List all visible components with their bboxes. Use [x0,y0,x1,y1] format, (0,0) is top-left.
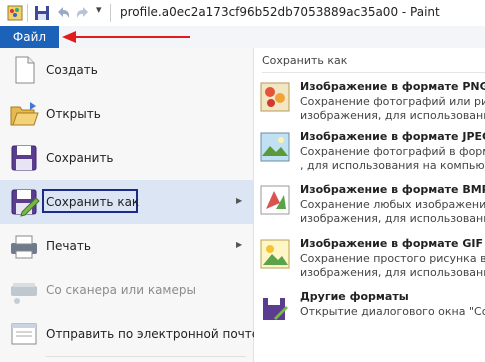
option-title: Изображение в формате PNG [300,80,485,93]
menu-item-open[interactable]: Открыть [0,92,253,136]
option-description-line-2: изображения, для использования [300,109,485,122]
option-description: Открытие диалогового окна "Сох [300,305,485,319]
save-option-png[interactable]: Изображение в формате PNG Сохранение фот… [254,78,485,128]
menu-item-label: Создать [46,63,98,77]
menu-item-scanner[interactable]: Со сканера или камеры [0,268,253,312]
menu-item-save[interactable]: Сохранить [0,136,253,180]
pane-title: Сохранить как [262,54,348,67]
gif-image-icon [260,239,290,269]
option-description: Сохранение простого рисунка в ф изображе… [300,252,485,280]
option-description-line-1: Открытие диалогового окна "Сох [300,305,485,318]
jpeg-image-icon [260,132,290,162]
open-folder-icon [10,102,39,126]
paint-app-icon[interactable] [6,4,24,22]
option-description-line-1: Сохранение фотографий в форма [300,145,485,158]
save-option-jpeg[interactable]: Изображение в формате JPEG Сохранение фо… [254,128,485,178]
menu-item-label: Со сканера или камеры [46,283,196,297]
pane-divider [262,72,485,73]
undo-icon[interactable] [54,4,72,22]
menu-separator [46,356,246,357]
option-title: Изображение в формате BMP [300,183,485,196]
option-description-line-2: , для использования на компьютер [300,159,485,172]
save-option-gif[interactable]: Изображение в формате GIF Сохранение про… [254,235,485,285]
file-tab[interactable]: Файл [0,26,59,48]
email-icon [11,323,37,345]
save-option-bmp[interactable]: Изображение в формате BMP Сохранение люб… [254,181,485,231]
png-image-icon [260,82,290,112]
other-formats-icon [263,298,288,320]
quick-access-divider [27,4,28,22]
new-document-icon [15,56,35,84]
menu-item-label: Сохранить [46,151,114,165]
menu-item-email[interactable]: Отправить по электронной почте [0,312,259,356]
save-as-pane: Сохранить как Изображение в формате PNG … [254,48,485,362]
menu-item-label: Открыть [46,107,101,121]
bmp-image-icon [260,185,290,215]
file-menu: Создать Открыть Сохранить Сохранить как … [0,48,259,362]
submenu-chevron-icon: ▶ [236,196,243,205]
option-title: Изображение в формате GIF [300,237,483,250]
option-description-line-1: Сохранение простого рисунка в ф [300,252,485,265]
save-quick-icon[interactable] [33,4,51,22]
option-title: Изображение в формате JPEG [300,130,485,143]
submenu-chevron-icon: ▶ [236,240,243,249]
menu-item-label: Отправить по электронной почте [46,327,260,341]
option-description-line-1: Сохранение любых изображений [300,198,485,211]
save-disk-icon [11,145,37,171]
option-description-line-2: изображения, для использования [300,212,485,225]
option-description: Сохранение фотографий или рису изображен… [300,95,485,123]
menu-item-print[interactable]: Печать ▶ [0,224,253,268]
printer-icon [11,235,37,259]
scanner-icon [11,283,37,304]
option-description: Сохранение фотографий в форма , для испо… [300,145,485,173]
customize-quick-access-icon[interactable]: ▾ [96,3,102,16]
option-description-line-2: изображения, для использования [300,266,485,279]
menu-item-label: Сохранить как [46,195,140,209]
option-description-line-1: Сохранение фотографий или рису [300,95,485,108]
annotation-arrow [62,31,190,43]
save-option-other-formats[interactable]: Другие форматы Открытие диалогового окна… [254,288,485,338]
title-bar: ▾ profile.a0ec2a173cf96b52db7053889ac35a… [0,0,485,26]
save-as-icon [11,189,40,217]
window-title: profile.a0ec2a173cf96b52db7053889ac35a00… [120,5,440,19]
menu-item-new[interactable]: Создать [0,48,253,92]
option-description: Сохранение любых изображений изображения… [300,198,485,226]
menu-item-save-as[interactable]: Сохранить как ▶ [0,180,253,224]
option-title: Другие форматы [300,290,409,303]
menu-item-label: Печать [46,239,91,253]
title-divider [110,4,111,22]
redo-icon[interactable] [74,4,92,22]
